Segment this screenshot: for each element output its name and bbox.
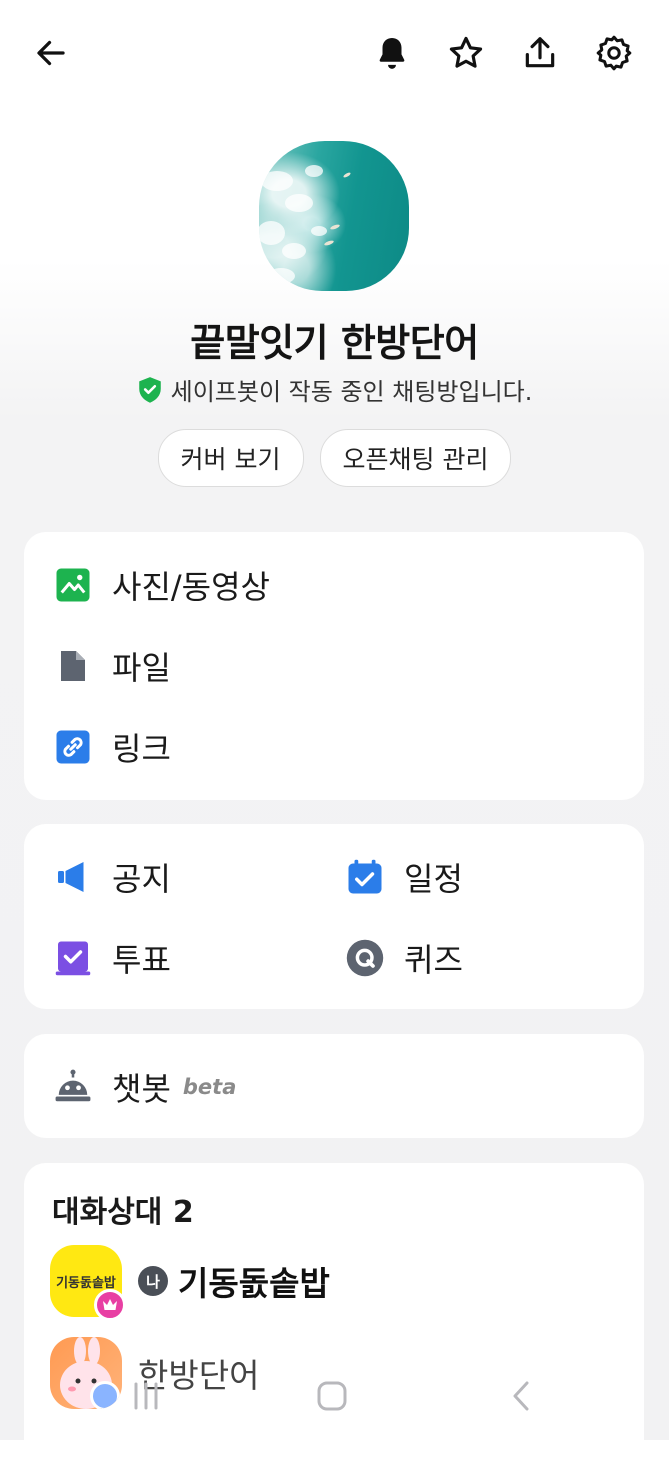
bell-icon: [379, 37, 405, 69]
settings-icon: [596, 35, 632, 71]
vote-box-icon: [54, 939, 92, 977]
system-back-button[interactable]: [504, 1378, 540, 1414]
quiz-label: 퀴즈: [404, 941, 463, 979]
home-button[interactable]: [314, 1378, 350, 1414]
host-crown-badge: [94, 1289, 126, 1321]
recent-apps-button[interactable]: [128, 1378, 164, 1414]
calendar-check-icon: [346, 858, 384, 896]
safebot-notice: 세이프봇이 작동 중인 채팅방입니다.: [0, 372, 669, 407]
members-header: 대화상대 2: [52, 1195, 194, 1230]
share-icon: [525, 37, 555, 68]
chevron-left-icon: [513, 1381, 529, 1411]
ocean-cover-art: [259, 165, 351, 284]
safebot-text: 세이프봇이 작동 중인 채팅방입니다.: [170, 378, 533, 406]
home-square-icon: [317, 1381, 347, 1411]
media-card: 사진/동영상 파일 링크: [24, 532, 644, 800]
room-title: 끝말잇기 한방단어: [190, 321, 479, 365]
file-icon: [54, 647, 92, 685]
notice-item[interactable]: 공지: [54, 854, 171, 900]
vote-label: 투표: [112, 941, 171, 979]
schedule-item[interactable]: 일정: [346, 854, 463, 900]
chatbot-label: 챗봇: [112, 1070, 171, 1108]
crown-icon: [103, 1299, 117, 1310]
files-label: 파일: [112, 649, 171, 687]
photo-icon: [54, 566, 92, 604]
arrow-left-icon: [37, 40, 65, 66]
back-button[interactable]: [28, 30, 74, 76]
quiz-item[interactable]: 퀴즈: [346, 935, 463, 981]
star-icon: [449, 36, 483, 68]
member-name: 기동돐솥밥: [178, 1264, 330, 1303]
robot-icon: [54, 1068, 92, 1106]
system-nav-bar: [0, 1360, 669, 1440]
links-label: 링크: [112, 730, 171, 768]
link-icon: [54, 728, 92, 766]
notification-button[interactable]: [369, 30, 415, 76]
member-row[interactable]: 기동돐솥밥 나 기동돐솥밥: [50, 1245, 330, 1321]
links-item[interactable]: 링크: [54, 724, 171, 770]
chatbot-card: 챗봇 beta: [24, 1034, 644, 1138]
settings-button[interactable]: [591, 30, 637, 76]
photos-videos-item[interactable]: 사진/동영상: [54, 562, 270, 608]
notice-label: 공지: [112, 860, 171, 898]
files-item[interactable]: 파일: [54, 643, 171, 689]
view-cover-button[interactable]: 커버 보기: [157, 429, 304, 487]
me-badge: 나: [138, 1266, 168, 1296]
room-action-buttons: 커버 보기 오픈채팅 관리: [0, 429, 669, 487]
manage-openchat-button[interactable]: 오픈채팅 관리: [319, 429, 512, 487]
megaphone-icon: [54, 858, 92, 896]
avatar-text: 기동돐솥밥: [56, 1275, 116, 1291]
chatbot-item[interactable]: 챗봇 beta: [54, 1064, 236, 1110]
avatar: 기동돐솥밥: [50, 1245, 126, 1321]
tools-card: 공지 일정 투표 퀴즈: [24, 824, 644, 1009]
shield-check-icon: [138, 376, 161, 403]
top-bar: [0, 0, 669, 105]
beta-badge: beta: [182, 1075, 237, 1099]
vote-item[interactable]: 투표: [54, 935, 171, 981]
quiz-q-icon: [346, 939, 384, 977]
room-cover-image[interactable]: [259, 141, 409, 291]
favorite-button[interactable]: [443, 30, 489, 76]
photos-videos-label: 사진/동영상: [112, 568, 270, 606]
recent-apps-icon: [134, 1382, 158, 1410]
share-button[interactable]: [517, 30, 563, 76]
schedule-label: 일정: [404, 860, 463, 898]
